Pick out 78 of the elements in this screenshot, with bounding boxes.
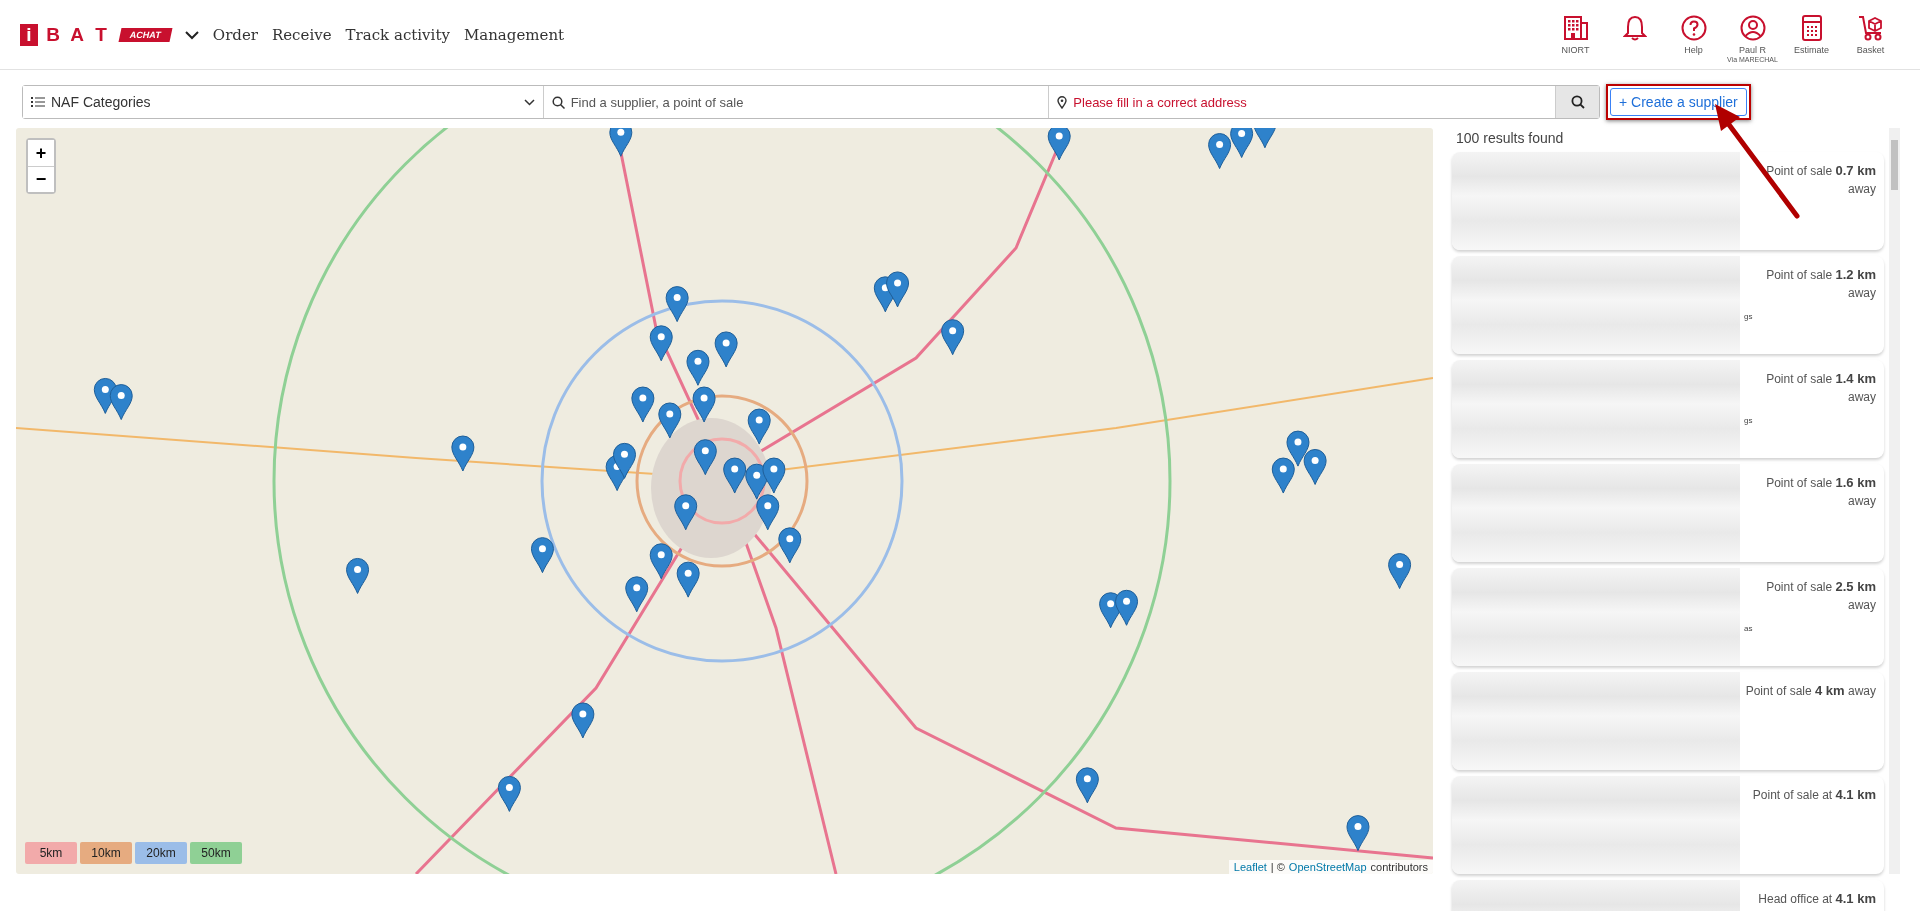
store-button[interactable]: NIORT: [1546, 14, 1605, 55]
nav-link[interactable]: Track activity: [345, 25, 450, 44]
bell-icon: [1622, 14, 1647, 41]
map-marker-icon[interactable]: [1075, 767, 1099, 804]
map-marker-icon[interactable]: [693, 439, 717, 476]
map-marker-icon[interactable]: [686, 349, 710, 386]
map-marker-icon[interactable]: [451, 435, 475, 472]
map-marker-icon[interactable]: [886, 271, 910, 308]
map-marker-icon[interactable]: [1047, 128, 1071, 161]
logo-letter: B: [45, 23, 61, 46]
map-marker-icon[interactable]: [658, 402, 682, 439]
map-marker-icon[interactable]: [1253, 128, 1277, 149]
map-marker-icon[interactable]: [609, 128, 633, 157]
help-icon: [1680, 14, 1707, 41]
nav-link[interactable]: Receive: [271, 25, 332, 44]
logo-tag: ACHAT: [118, 27, 173, 42]
map-marker-icon[interactable]: [631, 386, 655, 423]
openstreetmap-link[interactable]: OpenStreetMap: [1288, 861, 1367, 873]
range-legend-item: 50km: [190, 842, 242, 864]
result-card[interactable]: Point of sale 4 km away: [1452, 672, 1884, 770]
help-button[interactable]: Help: [1664, 14, 1723, 55]
create-supplier-button[interactable]: + Create a supplier: [1610, 88, 1747, 116]
map-marker-icon[interactable]: [674, 494, 698, 531]
building-icon: [1562, 14, 1589, 41]
map-marker-icon[interactable]: [747, 408, 771, 445]
map-marker-icon[interactable]: [1271, 457, 1295, 494]
basket-button[interactable]: Basket: [1841, 14, 1900, 55]
map-marker-icon[interactable]: [1115, 589, 1139, 626]
result-card[interactable]: Point of sale 2.5 km away as: [1452, 568, 1884, 666]
map-marker-icon[interactable]: [676, 561, 700, 598]
map-marker-icon[interactable]: [571, 702, 595, 739]
estimate-button[interactable]: Estimate: [1782, 14, 1841, 55]
attribution-separator: | ©: [1270, 861, 1285, 873]
map-marker-icon[interactable]: [1286, 430, 1310, 467]
result-card[interactable]: Point of sale at 4.1 km: [1452, 776, 1884, 874]
logo-letter: T: [94, 23, 108, 46]
attribution-text: contributors: [1370, 861, 1428, 873]
range-legend-item: 20km: [135, 842, 187, 864]
map-marker-icon[interactable]: [109, 384, 133, 421]
result-card[interactable]: Point of sale 1.6 km away: [1452, 464, 1884, 562]
range-legend-item: 5km: [25, 842, 77, 864]
cart-icon: [1856, 14, 1885, 41]
map-marker-icon[interactable]: [1208, 133, 1232, 170]
map-marker-icon[interactable]: [714, 331, 738, 368]
map-marker-icon[interactable]: [649, 325, 673, 362]
map-marker-icon[interactable]: [649, 543, 673, 580]
map-marker-icon[interactable]: [530, 537, 554, 574]
map-marker-icon[interactable]: [762, 457, 786, 494]
map-marker-icon[interactable]: [1346, 815, 1370, 852]
result-card[interactable]: Point of sale 1.4 km away gs: [1452, 360, 1884, 458]
zoom-out-button[interactable]: −: [28, 166, 54, 192]
result-card[interactable]: Point of sale 1.2 km away gs: [1452, 256, 1884, 354]
nav-link[interactable]: Management: [463, 25, 565, 44]
map-marker-icon[interactable]: [723, 457, 747, 494]
scrollbar[interactable]: [1889, 128, 1900, 874]
nav-link[interactable]: Order: [212, 25, 258, 44]
map-marker-icon[interactable]: [665, 286, 689, 323]
map-marker-icon[interactable]: [497, 775, 521, 812]
map-marker-icon[interactable]: [778, 527, 802, 564]
map-marker-icon[interactable]: [1388, 553, 1412, 590]
chevron-down-icon[interactable]: [184, 29, 199, 40]
leaflet-link[interactable]: Leaflet: [1233, 861, 1267, 873]
logo-letter: i: [20, 23, 38, 46]
results-count: 100 results found: [1455, 129, 1565, 148]
map-marker-icon[interactable]: [756, 494, 780, 531]
map-marker-icon[interactable]: [692, 386, 716, 423]
calculator-icon: [1800, 14, 1823, 41]
map-marker-icon[interactable]: [1303, 449, 1327, 485]
result-card[interactable]: Point of sale 0.7 km away: [1452, 152, 1884, 250]
map-marker-icon[interactable]: [613, 442, 636, 479]
map-marker-icon[interactable]: [625, 576, 649, 613]
logo-letter: A: [69, 23, 85, 46]
user-icon: [1739, 14, 1766, 41]
range-legend-item: 10km: [80, 842, 132, 864]
map-marker-icon[interactable]: [346, 558, 370, 594]
result-card[interactable]: Head office at 4.1 km: [1452, 880, 1884, 911]
map-marker-icon[interactable]: [941, 319, 965, 356]
map-marker-icon[interactable]: [1230, 128, 1254, 159]
